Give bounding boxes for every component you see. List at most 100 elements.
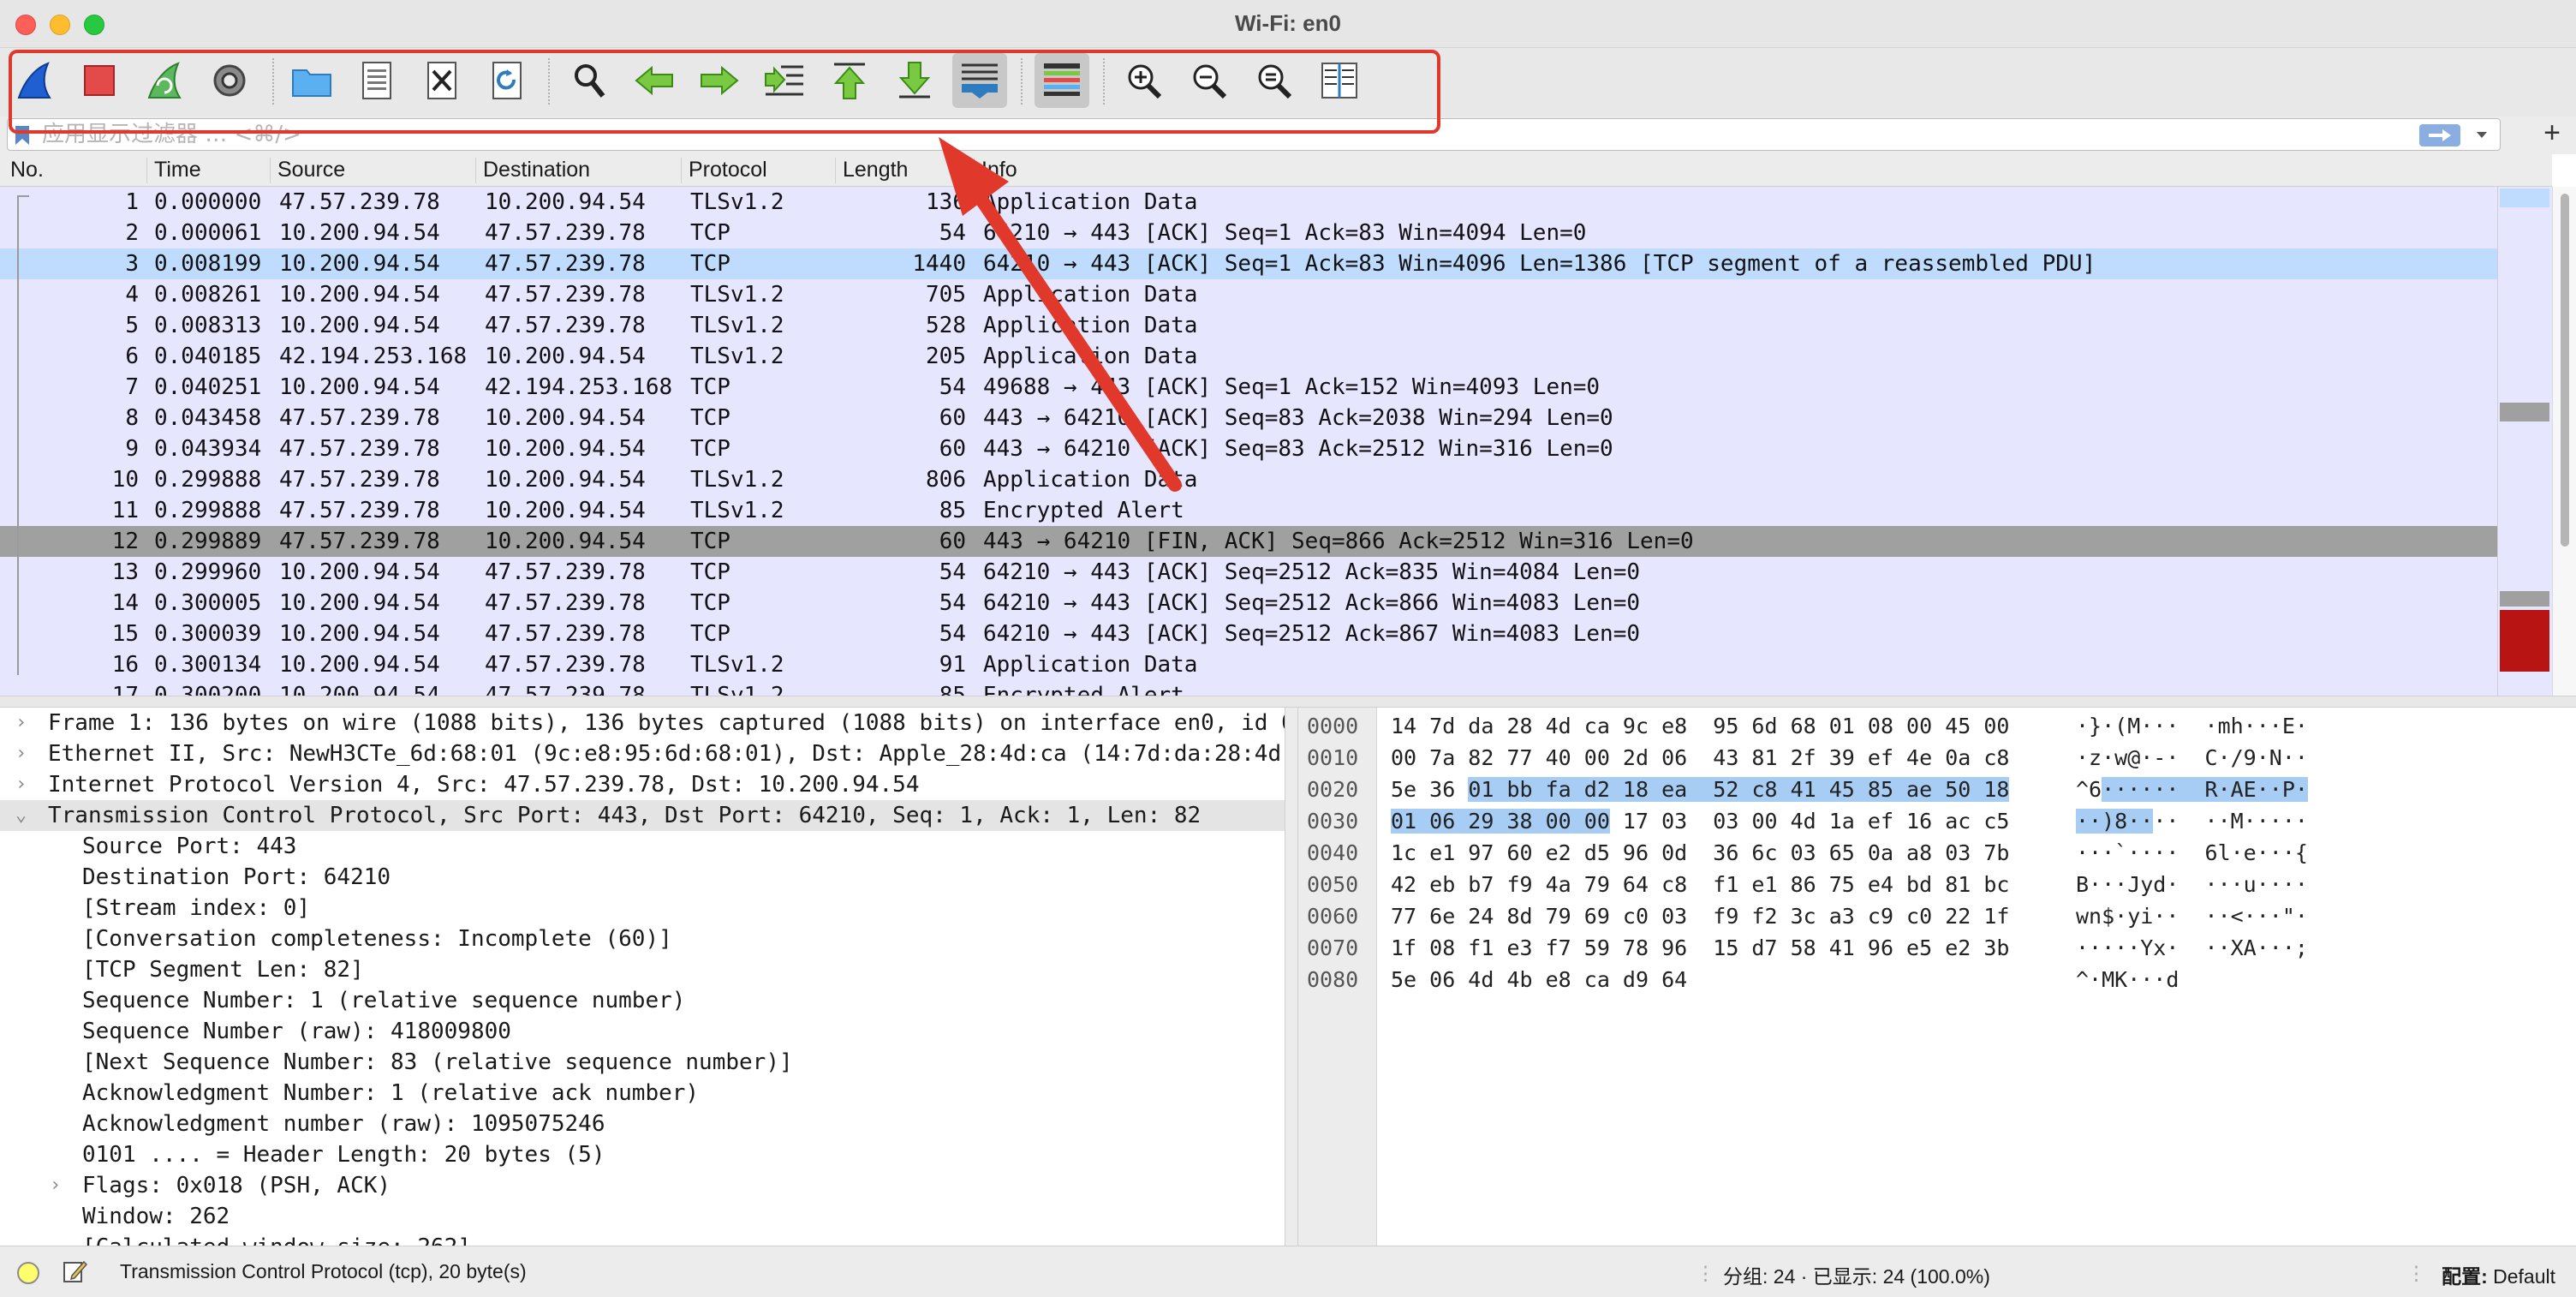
apply-filter-button[interactable] <box>2419 124 2460 146</box>
zoom-out-button[interactable] <box>1182 53 1237 108</box>
table-row[interactable]: 13 0.299960 10.200.94.54 47.57.239.78 TCP 54 6… <box>0 557 2497 588</box>
cell-time: 0.300200 <box>154 683 262 696</box>
go-back-button[interactable] <box>627 53 682 108</box>
column-destination[interactable]: Destination <box>476 158 682 183</box>
capture-options-button[interactable] <box>202 53 257 108</box>
hex-bytes: 1c e1 97 60 e2 d5 96 0d 36 6c 03 65 0a a… <box>1391 840 2010 865</box>
detail-field[interactable]: [Next Sequence Number: 83 (relative sequ… <box>0 1047 1285 1078</box>
table-row[interactable]: 3 0.008199 10.200.94.54 47.57.239.78 TCP 1440… <box>0 248 2497 279</box>
cell-info: Encrypted Alert <box>983 683 1184 696</box>
normal-size-button[interactable] <box>1247 53 1302 108</box>
table-row[interactable]: 9 0.043934 47.57.239.78 10.200.94.54 TCP 60 44… <box>0 433 2497 464</box>
table-row[interactable]: 16 0.300134 10.200.94.54 47.57.239.78 TLSv1.… <box>0 649 2497 680</box>
open-file-button[interactable] <box>284 53 339 108</box>
save-file-button[interactable] <box>349 53 404 108</box>
table-row[interactable]: 6 0.040185 42.194.253.168 10.200.94.54 TLSv1… <box>0 341 2497 372</box>
cell-length: 136 <box>926 189 966 215</box>
auto-scroll-button[interactable] <box>952 53 1007 108</box>
disclosure-chevron-icon[interactable]: › <box>15 738 33 769</box>
packet-list-scrollbar[interactable] <box>2552 187 2576 696</box>
bookmark-icon[interactable] <box>13 124 32 146</box>
table-row[interactable]: 5 0.008313 10.200.94.54 47.57.239.78 TLSv1.2… <box>0 310 2497 341</box>
stop-capture-button[interactable] <box>72 53 127 108</box>
pane-splitter-vertical[interactable] <box>1285 708 1298 1246</box>
table-row[interactable]: 1 0.000000 47.57.239.78 10.200.94.54 TLSv1.2… <box>0 187 2497 218</box>
detail-section[interactable]: › Ethernet II, Src: NewH3CTe_6d:68:01 (9c… <box>0 738 1285 769</box>
table-row[interactable]: 15 0.300039 10.200.94.54 47.57.239.78 TCP 54 6… <box>0 619 2497 649</box>
filter-history-dropdown[interactable] <box>2472 126 2491 145</box>
table-row[interactable]: 12 0.299889 47.57.239.78 10.200.94.54 TCP 60 4… <box>0 526 2497 557</box>
detail-field[interactable]: [Conversation completeness: Incomplete (… <box>0 923 1285 954</box>
disclosure-chevron-icon[interactable]: › <box>15 769 33 800</box>
start-capture-button[interactable] <box>7 53 62 108</box>
detail-field[interactable]: [TCP Segment Len: 82] <box>0 954 1285 985</box>
selected-bytes: ··)8·· <box>2076 809 2154 834</box>
column-length[interactable]: Length <box>836 158 975 183</box>
display-filter-input[interactable] <box>42 119 2354 150</box>
detail-field[interactable]: Sequence Number: 1 (relative sequence nu… <box>0 985 1285 1016</box>
table-row[interactable]: 8 0.043458 47.57.239.78 10.200.94.54 TCP 60 44… <box>0 403 2497 433</box>
hex-offset: 0030 <box>1307 809 1359 834</box>
arrow-right-icon <box>701 65 739 96</box>
detail-field[interactable]: Source Port: 443 <box>0 831 1285 862</box>
gear-icon <box>213 64 246 97</box>
cell-time: 0.043934 <box>154 436 262 462</box>
cell-source: 10.200.94.54 <box>279 683 440 696</box>
detail-field[interactable]: Window: 262 <box>0 1201 1285 1232</box>
arrow-right-icon <box>2429 129 2451 141</box>
packet-minimap[interactable] <box>2497 187 2552 696</box>
detail-field[interactable]: 0101 .... = Header Length: 20 bytes (5) <box>0 1139 1285 1170</box>
detail-field[interactable]: Acknowledgment number (raw): 1095075246 <box>0 1109 1285 1139</box>
add-filter-button-icon[interactable]: + <box>2543 117 2561 150</box>
pane-splitter[interactable] <box>0 696 2576 708</box>
edit-comment-icon[interactable] <box>62 1258 87 1284</box>
column-no[interactable]: No. <box>3 158 147 183</box>
resize-columns-button[interactable] <box>1312 53 1367 108</box>
cell-info: 443 → 64210 [ACK] Seq=83 Ack=2512 Win=31… <box>983 436 1613 462</box>
column-info[interactable]: Info <box>975 158 2497 183</box>
detail-field[interactable]: › Flags: 0x018 (PSH, ACK) <box>0 1170 1285 1201</box>
detail-field[interactable]: Destination Port: 64210 <box>0 862 1285 893</box>
table-row[interactable]: 14 0.300005 10.200.94.54 47.57.239.78 TCP 54 6… <box>0 588 2497 619</box>
first-packet-button[interactable] <box>822 53 877 108</box>
minimap-marker <box>2500 591 2549 607</box>
table-row[interactable]: 10 0.299888 47.57.239.78 10.200.94.54 TLSv1.… <box>0 464 2497 495</box>
expert-info-icon[interactable] <box>17 1262 39 1284</box>
last-packet-button[interactable] <box>887 53 942 108</box>
restart-capture-button[interactable] <box>137 53 192 108</box>
detail-section[interactable]: › Internet Protocol Version 4, Src: 47.57… <box>0 769 1285 800</box>
cell-destination: 47.57.239.78 <box>485 220 646 246</box>
hex-offset: 0040 <box>1307 840 1359 865</box>
table-row[interactable]: 17 0.300200 10.200.94.54 47.57.239.78 TLSv1.… <box>0 680 2497 696</box>
detail-section[interactable]: ⌄ Transmission Control Protocol, Src Port… <box>0 800 1285 831</box>
detail-field[interactable]: [Calculated window size: 262] <box>0 1232 1285 1246</box>
colorize-button[interactable] <box>1035 53 1089 108</box>
scrollbar-thumb[interactable] <box>2561 194 2569 547</box>
go-to-packet-button[interactable] <box>757 53 812 108</box>
zoom-in-button[interactable] <box>1117 53 1172 108</box>
stop-square-icon <box>84 65 115 96</box>
table-row[interactable]: 2 0.000061 10.200.94.54 47.57.239.78 TCP 54 64… <box>0 218 2497 248</box>
detail-field[interactable]: [Stream index: 0] <box>0 893 1285 923</box>
cell-source: 42.194.253.168 <box>279 344 468 369</box>
detail-field[interactable]: Acknowledgment Number: 1 (relative ack n… <box>0 1078 1285 1109</box>
find-packet-button[interactable] <box>562 53 617 108</box>
go-forward-button[interactable] <box>692 53 747 108</box>
disclosure-chevron-icon[interactable]: › <box>15 708 33 738</box>
detail-section[interactable]: › Frame 1: 136 bytes on wire (1088 bits),… <box>0 708 1285 738</box>
cell-destination: 10.200.94.54 <box>485 405 646 431</box>
status-profile[interactable]: 配置: Default <box>2442 1260 2555 1289</box>
detail-field[interactable]: Sequence Number (raw): 418009800 <box>0 1016 1285 1047</box>
disclosure-chevron-icon[interactable]: ⌄ <box>15 800 33 831</box>
close-file-button[interactable] <box>414 53 469 108</box>
reload-file-button[interactable] <box>480 53 534 108</box>
table-row[interactable]: 4 0.008261 10.200.94.54 47.57.239.78 TLSv1.2… <box>0 279 2497 310</box>
column-source[interactable]: Source <box>271 158 476 183</box>
arrow-up-icon <box>833 63 866 99</box>
table-row[interactable]: 7 0.040251 10.200.94.54 42.194.253.168 TCP 54… <box>0 372 2497 403</box>
column-time[interactable]: Time <box>147 158 271 183</box>
table-row[interactable]: 11 0.299888 47.57.239.78 10.200.94.54 TLSv1.… <box>0 495 2497 526</box>
disclosure-chevron-icon[interactable]: › <box>50 1170 67 1201</box>
cell-no: 16 <box>111 652 139 678</box>
column-protocol[interactable]: Protocol <box>682 158 836 183</box>
